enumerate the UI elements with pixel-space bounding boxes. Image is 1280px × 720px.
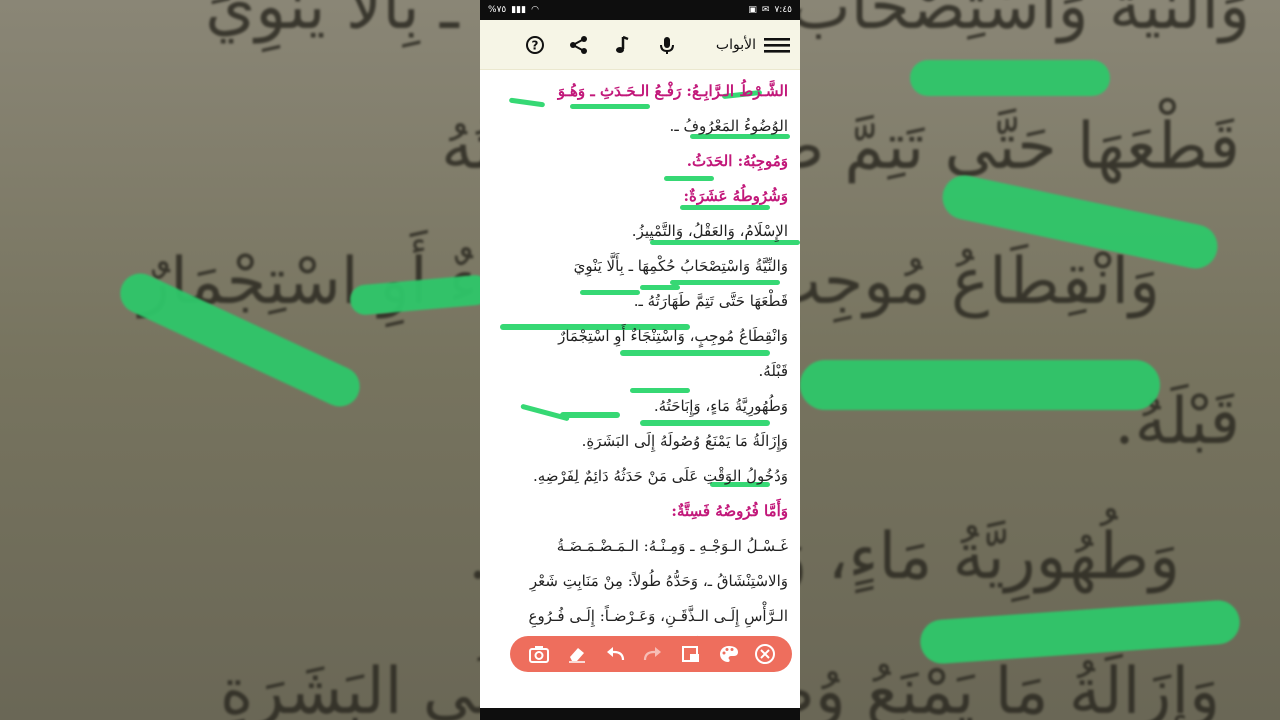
wifi-icon: ◠ (531, 5, 539, 15)
music-note-icon[interactable] (612, 34, 634, 56)
notification-icon: ✉ (761, 5, 770, 15)
background-text: وَإِزَالَةُ مَا يَمْنَعُ وُصُولَهُ إِلَى… (800, 655, 1220, 720)
gallery-icon: ▣ (748, 5, 757, 15)
background-left-panel: وَالنِّيَّةُ وَاسْتِصْحَابُ حُكْمِهَا ـ … (0, 0, 480, 720)
text-line: وَطُهُورِيَّةُ مَاءٍ، وَإِبَاحَتُهُ. (653, 397, 788, 415)
background-highlight (800, 360, 1160, 410)
text-line-mujib: وَمُوجِبُهُ: الحَدَثُ. (686, 152, 788, 170)
background-text: وَإِزَالَةُ مَا يَمْنَعُ وُصُولَهُ إِلَى… (219, 655, 480, 720)
redo-icon[interactable] (641, 642, 665, 666)
background-text: وَالنِّيَّةُ وَاسْتِصْحَابُ حُكْمِهَا ـ … (800, 0, 1250, 44)
eraser-icon[interactable] (565, 642, 589, 666)
text-line: وَدُخُولُ الوَقْتِ عَلَى مَنْ حَدَثُهُ د… (532, 467, 788, 485)
background-text: وَانْقِطَاعُ مُوجِبٍ، وَاسْتِنْجَاءٌ أَو… (800, 245, 1160, 319)
text-line: الوُضُوءُ المَعْرُوفُ ـ. (669, 117, 788, 135)
text-line: قَبْلَهُ. (758, 362, 788, 380)
chapters-label: الأبواب (715, 36, 756, 53)
background-text: وَطُهُورِيَّةُ مَاءٍ، وَإِبَاحَتُهُ. (800, 520, 1180, 594)
close-icon[interactable] (755, 644, 775, 664)
annotation-toolbar (510, 636, 792, 672)
background-text: قَطْعَهَا حَتَّى تَتِمَّ طَهَارَتُهُ (441, 110, 480, 184)
text-line: وَانْقِطَاعُ مُوجِبٍ، وَاسْتِنْجَاءٌ أَو… (558, 327, 788, 345)
text-line-obligations-six: وَأَمَّا فُرُوضُهُ فَسِتَّةٌ: (671, 502, 788, 520)
text-line-condition-4: الشَّـرْطُ الـرَّابِـعُ: رَفْـعُ الـحَـد… (557, 82, 788, 100)
text-line: قَطْعَهَا حَتَّى تَتِمَّ طَهَارَتُهُ ـ. (633, 292, 788, 310)
status-bar: %٧٥ ▮▮▮ ◠ ▣ ✉ ٧:٤٥ (480, 0, 800, 20)
background-text: قَطْعَهَا حَتَّى تَتِمَّ طَهَارَتُهُ (800, 110, 1240, 184)
text-line-conditions-ten: وَشُرُوطُهُ عَشَرَةٌ: (683, 187, 788, 205)
background-text: وَالنِّيَّةُ وَاسْتِصْحَابُ حُكْمِهَا ـ … (205, 0, 480, 44)
phone-screen: %٧٥ ▮▮▮ ◠ ▣ ✉ ٧:٤٥ ? الأبواب الشَّـرْطُ … (480, 0, 800, 720)
text-line: وَالنِّيَّةُ وَاسْتِصْحَابُ حُكْمِهَا ـ … (573, 257, 788, 275)
text-line: الإِسْلَامُ، وَالعَقْلُ، وَالتَّمْيِيزُ. (631, 222, 788, 240)
menu-icon (764, 37, 790, 53)
mic-icon[interactable] (656, 34, 678, 56)
clock: ٧:٤٥ (774, 5, 792, 15)
share-icon[interactable] (568, 34, 590, 56)
background-text: وَطُهُورِيَّةُ مَاءٍ، وَإِبَاحَتُهُ. (468, 520, 480, 594)
text-line: وَإِزَالَةُ مَا يَمْنَعُ وُصُولَهُ إِلَى… (581, 432, 788, 450)
app-bar: ? الأبواب (480, 20, 800, 70)
battery-percent: %٧٥ (488, 5, 507, 15)
palette-icon[interactable] (717, 642, 741, 666)
camera-icon[interactable] (527, 642, 551, 666)
book-content: الشَّـرْطُ الـرَّابِـعُ: رَفْـعُ الـحَـد… (480, 70, 800, 700)
chapters-menu-button[interactable]: الأبواب (716, 35, 790, 55)
background-highlight (910, 60, 1110, 96)
text-line: غَـسْـلُ الـوَجْـهِ ـ وَمِـنْـهُ: الـمَـ… (556, 537, 788, 555)
navigation-bar (480, 708, 800, 720)
shape-icon[interactable] (679, 642, 703, 666)
signal-icon: ▮▮▮ (511, 5, 527, 15)
undo-icon[interactable] (603, 642, 627, 666)
help-icon[interactable]: ? (524, 34, 546, 56)
svg-text:?: ? (532, 38, 539, 52)
background-right-panel: وَالنِّيَّةُ وَاسْتِصْحَابُ حُكْمِهَا ـ … (800, 0, 1280, 720)
text-line: وَالاسْتِنْشَاقُ ـ، وَحَدُّهُ طُولاً: مِ… (529, 572, 788, 590)
